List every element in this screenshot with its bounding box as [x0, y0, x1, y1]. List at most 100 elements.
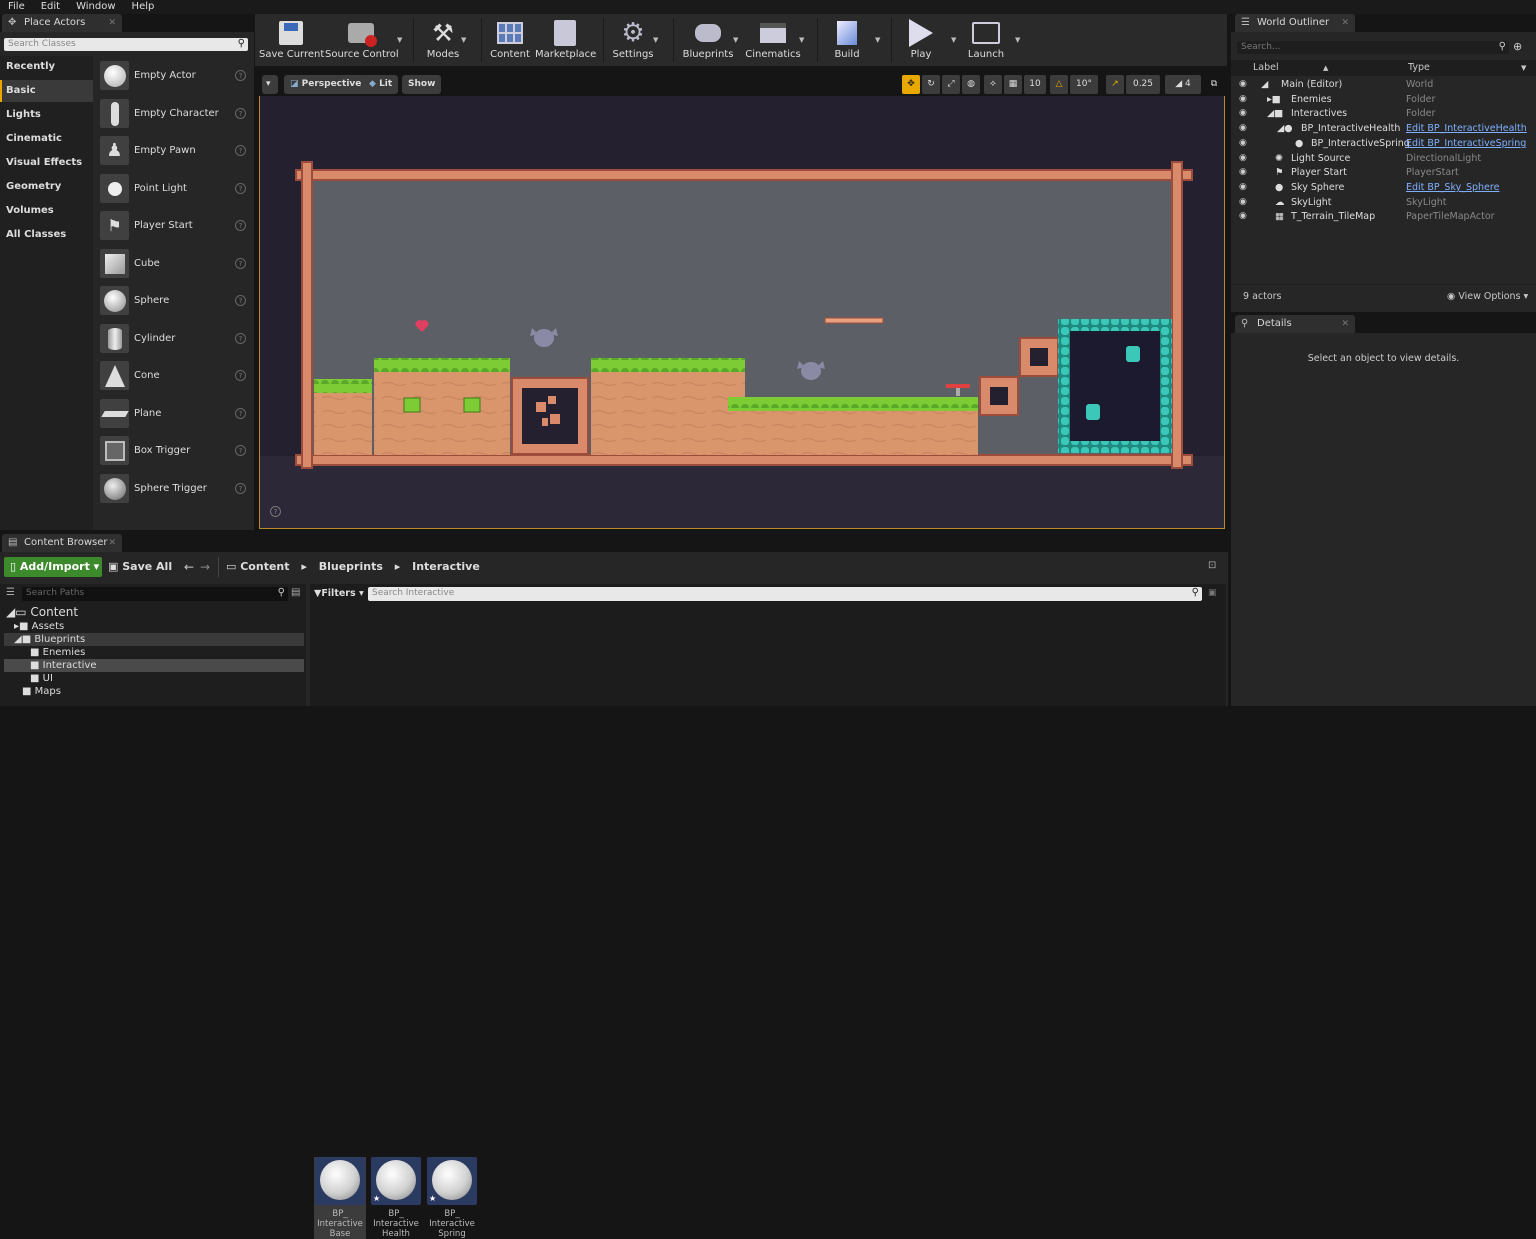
- visibility-eye-icon[interactable]: ◉: [1239, 165, 1247, 180]
- help-icon[interactable]: ?: [235, 108, 246, 119]
- column-type-header[interactable]: Type: [1408, 60, 1430, 76]
- breadcrumb-blueprints[interactable]: Blueprints: [319, 560, 383, 573]
- visibility-eye-icon[interactable]: ◉: [1239, 92, 1247, 107]
- show-button[interactable]: Show: [402, 75, 442, 94]
- column-label-header[interactable]: Label: [1253, 60, 1279, 76]
- edit-blueprint-link[interactable]: Edit BP_Sky_Sphere: [1406, 180, 1499, 195]
- modes-button[interactable]: ⚒ Modes ▼: [419, 16, 467, 64]
- edit-blueprint-link[interactable]: Edit BP_InteractiveHealth: [1406, 121, 1527, 136]
- visibility-eye-icon[interactable]: ◉: [1239, 136, 1247, 151]
- actor-cube[interactable]: Cube?: [100, 247, 250, 281]
- close-icon[interactable]: ✕: [108, 534, 116, 552]
- chevron-down-icon[interactable]: ▼: [951, 36, 956, 44]
- outliner-row[interactable]: ◉ ⚑ Player Start PlayerStart: [1231, 165, 1527, 180]
- source-control-button[interactable]: Source Control ▼: [325, 16, 402, 64]
- play-button[interactable]: Play ▼: [899, 16, 956, 64]
- category-visual-effects[interactable]: Visual Effects: [0, 152, 93, 174]
- sources-toggle-icon[interactable]: ☰: [6, 587, 15, 598]
- outliner-search-input[interactable]: Search... ⚲: [1237, 41, 1509, 54]
- search-paths-input[interactable]: Search Paths ⚲: [22, 587, 288, 601]
- tree-item-interactive[interactable]: ■ Interactive: [30, 659, 97, 672]
- chevron-down-icon[interactable]: ▼: [799, 36, 804, 44]
- menu-edit[interactable]: Edit: [33, 0, 68, 14]
- search-classes-input[interactable]: Search Classes ⚲: [4, 38, 248, 51]
- edit-blueprint-link[interactable]: Edit BP_InteractiveSpring: [1406, 136, 1526, 151]
- category-recently-placed[interactable]: Recently Placed: [0, 56, 93, 94]
- visibility-eye-icon[interactable]: ◉: [1239, 151, 1247, 166]
- grid-snap-value[interactable]: 10: [1024, 75, 1046, 94]
- outliner-row[interactable]: ◉ ● Sky Sphere Edit BP_Sky_Sphere: [1231, 180, 1527, 195]
- scale-tool-icon[interactable]: ⤢: [942, 75, 960, 94]
- outliner-row[interactable]: ◉ ☁ SkyLight SkyLight: [1231, 195, 1527, 210]
- level-viewport[interactable]: ?: [259, 96, 1225, 529]
- forward-arrow-icon[interactable]: →: [200, 557, 210, 577]
- translate-tool-icon[interactable]: ✥: [902, 75, 920, 94]
- chevron-down-icon[interactable]: ▼: [1521, 60, 1526, 76]
- chevron-down-icon[interactable]: ▼: [397, 36, 402, 44]
- cinematics-button[interactable]: Cinematics ▼: [745, 16, 804, 64]
- tree-item-maps[interactable]: ■ Maps: [22, 685, 61, 698]
- chevron-down-icon[interactable]: ▼: [461, 36, 466, 44]
- chevron-down-icon[interactable]: ▼: [875, 36, 880, 44]
- rotate-tool-icon[interactable]: ↻: [922, 75, 940, 94]
- outliner-row[interactable]: ◉ ◢● BP_InteractiveHealth Edit BP_Interacti…: [1231, 121, 1527, 136]
- tree-item-assets[interactable]: ▸■ Assets: [14, 620, 64, 633]
- launch-button[interactable]: Launch ▼: [963, 16, 1020, 64]
- menu-file[interactable]: File: [0, 0, 33, 14]
- visibility-eye-icon[interactable]: ◉: [1239, 121, 1247, 136]
- view-options-button[interactable]: ◉ View Options ▾: [1447, 285, 1528, 309]
- perspective-button[interactable]: ◪ Perspective: [284, 75, 368, 94]
- actor-point-light[interactable]: Point Light?: [100, 172, 250, 206]
- help-icon[interactable]: ?: [235, 483, 246, 494]
- tree-item-ui[interactable]: ■ UI: [30, 672, 53, 685]
- outliner-row[interactable]: ◉ ▸■ Enemies Folder: [1231, 92, 1527, 107]
- chevron-down-icon[interactable]: ▼: [733, 36, 738, 44]
- tree-item-enemies[interactable]: ■ Enemies: [30, 646, 85, 659]
- visibility-eye-icon[interactable]: ◉: [1239, 180, 1247, 195]
- add-actor-icon[interactable]: ⊕: [1513, 40, 1522, 53]
- grid-snap-icon[interactable]: ▦: [1004, 75, 1022, 94]
- actor-empty-pawn[interactable]: ♟ Empty Pawn?: [100, 134, 250, 168]
- add-import-button[interactable]: ▯ Add/Import ▾: [4, 557, 102, 577]
- asset-bp-interactive-spring[interactable]: ★ BP_ Interactive Spring: [426, 1157, 478, 1239]
- maximize-icon[interactable]: ⧉: [1207, 75, 1221, 94]
- outliner-row[interactable]: ◉ ◢ Main (Editor) World: [1231, 77, 1527, 92]
- search-assets-input[interactable]: Search Interactive ⚲: [368, 587, 1202, 601]
- content-button[interactable]: Content: [487, 16, 533, 64]
- help-icon[interactable]: ?: [235, 408, 246, 419]
- path-options-icon[interactable]: ▤: [291, 587, 300, 598]
- world-local-icon[interactable]: ◍: [962, 75, 980, 94]
- menu-help[interactable]: Help: [124, 0, 163, 14]
- help-icon[interactable]: ?: [235, 220, 246, 231]
- category-all-classes[interactable]: All Classes: [0, 224, 93, 246]
- category-cinematic[interactable]: Cinematic: [0, 128, 93, 150]
- outliner-row[interactable]: ◉ ▦ T_Terrain_TileMap PaperTileMapActor: [1231, 209, 1527, 224]
- breadcrumb-content[interactable]: Content: [240, 560, 289, 573]
- tab-place-actors[interactable]: ✥ Place Actors ✕: [2, 14, 122, 32]
- back-arrow-icon[interactable]: ←: [184, 557, 194, 577]
- filters-button[interactable]: ▼Filters ▾: [314, 587, 364, 601]
- outliner-row[interactable]: ◉ ✺ Light Source DirectionalLight: [1231, 151, 1527, 166]
- help-icon[interactable]: ?: [235, 183, 246, 194]
- lit-button[interactable]: ◆ Lit: [363, 75, 399, 94]
- visibility-eye-icon[interactable]: ◉: [1239, 106, 1247, 121]
- actor-sphere-trigger[interactable]: Sphere Trigger?: [100, 472, 250, 506]
- tree-item-blueprints[interactable]: ◢■ Blueprints: [14, 633, 85, 646]
- camera-speed-button[interactable]: ◢ 4: [1165, 75, 1201, 94]
- save-search-icon[interactable]: ▣: [1208, 588, 1217, 598]
- help-icon[interactable]: ?: [235, 258, 246, 269]
- outliner-row[interactable]: ◉ ◢■ Interactives Folder: [1231, 106, 1527, 121]
- menu-window[interactable]: Window: [68, 0, 123, 14]
- category-lights[interactable]: Lights: [0, 104, 93, 126]
- surface-snap-icon[interactable]: ⟡: [984, 75, 1002, 94]
- actor-cone[interactable]: Cone?: [100, 359, 250, 393]
- actor-plane[interactable]: Plane?: [100, 397, 250, 431]
- settings-button[interactable]: ⚙ Settings ▼: [611, 16, 658, 64]
- close-icon[interactable]: ✕: [1341, 14, 1349, 32]
- help-icon[interactable]: ?: [235, 370, 246, 381]
- actor-cylinder[interactable]: Cylinder?: [100, 322, 250, 356]
- help-icon[interactable]: ?: [270, 506, 281, 517]
- scale-snap-value[interactable]: 0.25: [1126, 75, 1160, 94]
- help-icon[interactable]: ?: [235, 445, 246, 456]
- close-icon[interactable]: ✕: [1341, 315, 1349, 333]
